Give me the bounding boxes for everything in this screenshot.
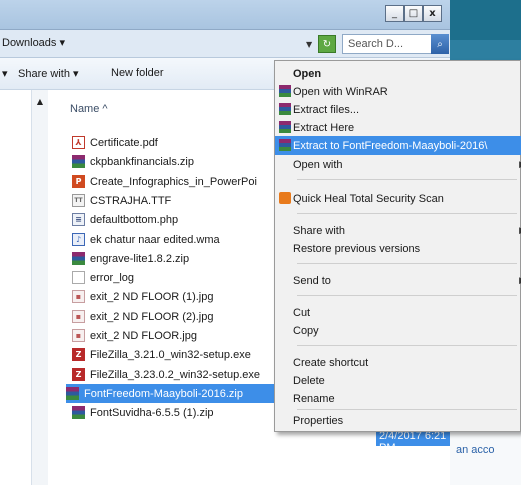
chevron-down-icon[interactable]: ▼ — [306, 40, 312, 49]
menu-item-label: Quick Heal Total Security Scan — [293, 192, 444, 205]
file-name: Create_Infographics_in_PowerPoi — [90, 175, 257, 188]
menu-item-label: Copy — [293, 324, 319, 337]
menu-separator — [297, 345, 517, 346]
menu-item-label: Cut — [293, 306, 311, 319]
menu-item-label: Extract Here — [293, 121, 355, 134]
maximize-button[interactable]: □ — [404, 5, 423, 22]
new-folder-button[interactable]: New folder — [111, 67, 164, 79]
zip-file-icon — [72, 252, 85, 265]
pdf-file-icon: ⅄ — [72, 136, 85, 149]
menu-item-label: Extract files... — [293, 103, 360, 116]
file-name: FontFreedom-Maayboli-2016.zip — [84, 387, 243, 400]
menu-item-share-with[interactable]: Share with▶ — [293, 221, 521, 240]
zip-file-icon — [72, 155, 85, 168]
menu-item-delete[interactable]: Delete — [293, 371, 521, 390]
account-link[interactable]: an acco — [456, 444, 495, 456]
menu-separator — [297, 263, 517, 264]
menu-item-properties[interactable]: Properties — [293, 411, 521, 430]
file-name: exit_2 ND FLOOR.jpg — [90, 329, 197, 342]
txt-file-icon — [72, 271, 85, 284]
menu-item-label: Restore previous versions — [293, 242, 421, 255]
menu-item-rename[interactable]: Rename — [293, 389, 521, 408]
scroll-up-button[interactable]: ▲ — [33, 94, 47, 108]
file-name: engrave-lite1.8.2.zip — [90, 252, 190, 265]
close-button[interactable]: x — [423, 5, 442, 22]
window-controls: _ □ x — [385, 5, 442, 22]
quick-heal-icon — [279, 192, 291, 204]
file-name: ckpbankfinancials.zip — [90, 155, 194, 168]
menu-item-label: Properties — [293, 414, 344, 427]
file-name: ek chatur naar edited.wma — [90, 233, 220, 246]
file-name: exit_2 ND FLOOR (2).jpg — [90, 310, 214, 323]
column-header-name[interactable]: Name ^ — [70, 103, 108, 115]
refresh-icon[interactable]: ↻ — [318, 35, 336, 53]
winrar-icon — [279, 103, 291, 115]
menu-item-open-winrar[interactable]: Open with WinRAR — [279, 82, 521, 101]
wma-file-icon: ♪ — [72, 233, 85, 246]
menu-item-copy[interactable]: Copy — [293, 321, 521, 340]
minimize-button[interactable]: _ — [385, 5, 404, 22]
menu-item-label: Open — [293, 67, 322, 80]
file-name: Certificate.pdf — [90, 136, 158, 149]
menu-item-label: Send to — [293, 274, 331, 287]
share-with-button[interactable]: Share with ▾ — [18, 67, 79, 80]
menu-item-extract-files[interactable]: Extract files... — [279, 100, 521, 119]
menu-item-send-to[interactable]: Send to▶ — [293, 271, 521, 290]
file-name: exit_2 ND FLOOR (1).jpg — [90, 290, 214, 303]
jpg-file-icon: ▪ — [72, 290, 85, 303]
menu-item-label: Share with — [293, 224, 345, 237]
exe-file-icon: Z — [72, 368, 85, 381]
window-titlebar: _ □ x — [0, 0, 450, 30]
menu-item-label: Rename — [293, 392, 335, 405]
file-name: FontSuvidha-6.5.5 (1).zip — [90, 406, 214, 419]
menu-item-label: Open with — [293, 158, 343, 171]
jpg-file-icon: ▪ — [72, 310, 85, 323]
menu-item-label: Delete — [293, 374, 325, 387]
menu-separator — [297, 213, 517, 214]
menu-item-quick-heal[interactable]: Quick Heal Total Security Scan — [279, 189, 521, 208]
search-icon[interactable]: ⌕ — [431, 34, 449, 54]
jpg-file-icon: ▪ — [72, 329, 85, 342]
file-name: FileZilla_3.23.0.2_win32-setup.exe — [90, 368, 260, 381]
chevron-down-icon[interactable]: ▾ — [2, 67, 8, 80]
winrar-icon — [279, 121, 291, 133]
file-name: error_log — [90, 271, 135, 284]
exe-file-icon: Z — [72, 348, 85, 361]
menu-item-cut[interactable]: Cut — [293, 303, 521, 322]
winrar-icon — [279, 139, 291, 151]
file-name: CSTRAJHA.TTF — [90, 194, 172, 207]
menu-item-extract-here[interactable]: Extract Here — [279, 118, 521, 137]
menu-item-label: Create shortcut — [293, 356, 369, 369]
winrar-icon — [279, 85, 291, 97]
zip-file-icon — [66, 387, 79, 400]
zip-file-icon — [72, 406, 85, 419]
file-name: defaultbottom.php — [90, 213, 179, 226]
menu-separator — [297, 295, 517, 296]
search-input[interactable]: Search D... — [342, 34, 432, 54]
menu-item-restore-versions[interactable]: Restore previous versions — [293, 239, 521, 258]
menu-separator — [297, 409, 517, 410]
file-name: FileZilla_3.21.0_win32-setup.exe — [90, 348, 251, 361]
menu-item-label: Open with WinRAR — [293, 85, 388, 98]
php-file-icon: ≡ — [72, 213, 85, 226]
menu-separator — [297, 179, 517, 180]
menu-item-open-with[interactable]: Open with▶ — [293, 155, 521, 174]
menu-item-extract-to[interactable]: Extract to FontFreedom-Maayboli-2016\ — [275, 136, 521, 155]
navigation-pane — [0, 90, 32, 485]
context-menu: Open Open with WinRAR Extract files... E… — [274, 60, 521, 432]
ttf-file-icon: TT — [72, 194, 85, 207]
breadcrumb[interactable]: Downloads ▾ — [2, 36, 65, 49]
menu-item-open[interactable]: Open — [293, 64, 521, 83]
menu-item-label: Extract to FontFreedom-Maayboli-2016\ — [293, 139, 488, 152]
ppt-file-icon: P — [72, 175, 85, 188]
menu-item-create-shortcut[interactable]: Create shortcut — [293, 353, 521, 372]
